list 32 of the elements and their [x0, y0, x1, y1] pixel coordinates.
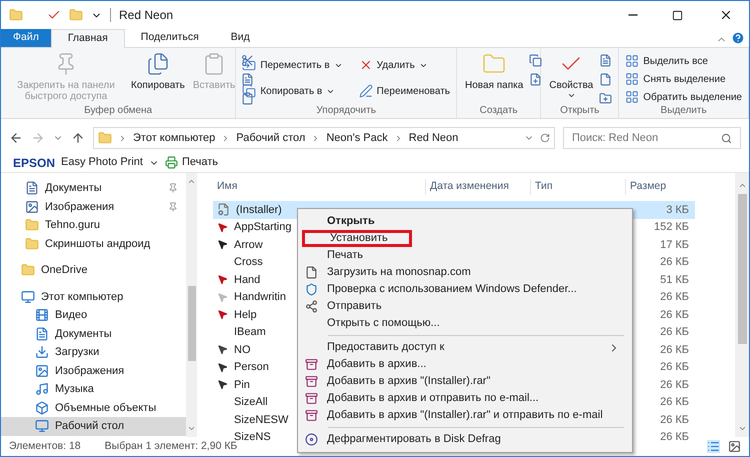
- file-size: 26 КБ: [659, 255, 689, 270]
- ribbon-group-label: Открыть: [559, 105, 600, 118]
- ribbon-group-label: Упорядочить: [315, 105, 377, 118]
- file-name: NO: [234, 342, 250, 358]
- file-size: 26 КБ: [659, 308, 689, 322]
- ribbon-group-label: Буфер обмена: [83, 105, 154, 118]
- app-name: Easy Photo Print: [61, 155, 143, 170]
- file-name: AppStarting: [234, 220, 292, 235]
- file-name: Hand: [234, 272, 260, 288]
- ribbon-group-label: Выделить: [660, 105, 708, 118]
- file-name: IBeam: [234, 325, 266, 340]
- file-name: Help: [234, 308, 257, 322]
- file-name: Arrow: [234, 238, 263, 252]
- ribbon-group-label: Создать: [478, 105, 519, 118]
- file-size: 26 КБ: [659, 325, 689, 340]
- file-size: 51 КБ: [659, 272, 689, 288]
- file-size: 26 КБ: [659, 360, 689, 375]
- file-size: 26 КБ: [659, 290, 689, 305]
- file-size: 3 КБ: [665, 202, 689, 218]
- file-name: (Installer): [236, 202, 282, 218]
- file-size: 26 КБ: [659, 378, 689, 392]
- file-size: 26 КБ: [659, 342, 689, 358]
- file-size: 152 КБ: [652, 220, 689, 235]
- file-size: 17 КБ: [659, 238, 689, 252]
- selection-info: Выбран 1 элемент: 2,90 КБ: [104, 440, 238, 454]
- file-name: Cross: [234, 255, 263, 270]
- file-name: Pin: [234, 378, 250, 392]
- brand-logo: EPSON: [13, 154, 56, 172]
- file-name: Handwritin: [234, 290, 286, 305]
- file-name: Person: [234, 360, 269, 375]
- item-count: Элементов: 18: [9, 438, 81, 454]
- window-title: Red Neon: [119, 7, 174, 24]
